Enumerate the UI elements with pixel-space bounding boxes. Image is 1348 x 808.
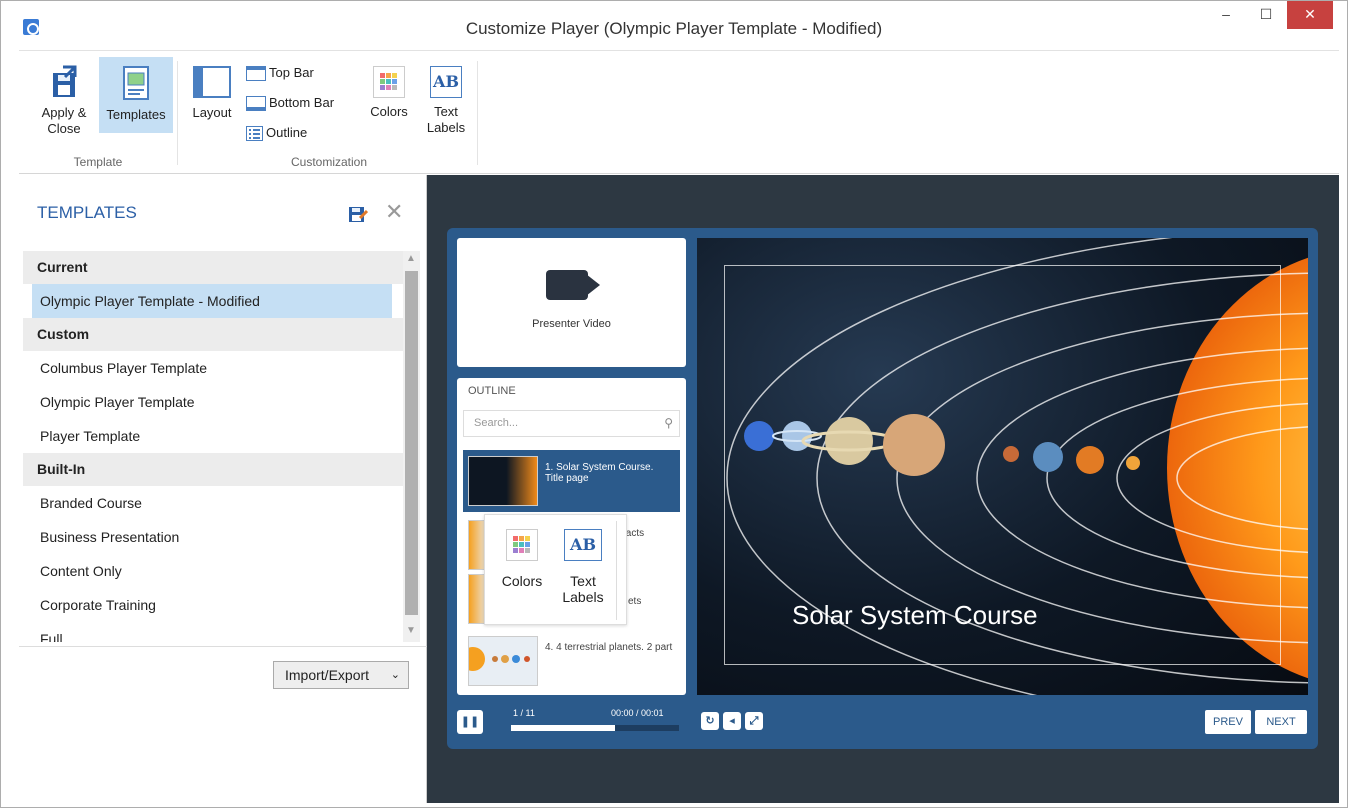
save-template-icon[interactable] xyxy=(348,204,368,224)
popup-colors-label: Colors xyxy=(501,573,543,589)
close-panel-icon[interactable]: ✕ xyxy=(385,201,403,223)
popup-separator xyxy=(616,521,617,620)
group-template-label: Template xyxy=(73,155,123,169)
apply-close-button[interactable]: Apply & Close xyxy=(27,59,101,145)
popup-text-labels-button[interactable]: AB Text Labels xyxy=(557,527,609,605)
search-icon: ⚲ xyxy=(664,416,673,430)
slide-thumbnail xyxy=(468,456,538,506)
layout-icon xyxy=(193,66,231,98)
planet-thumbnail-icon xyxy=(469,647,530,671)
colors-label: Colors xyxy=(370,104,408,119)
outline-item-label: facts xyxy=(623,528,645,539)
save-close-icon xyxy=(53,65,77,97)
group-separator xyxy=(477,61,478,165)
panel-divider xyxy=(19,646,427,647)
list-item[interactable]: Olympic Player Template xyxy=(23,385,403,419)
volume-icon[interactable]: ◂ xyxy=(723,712,741,730)
customize-player-window: Customize Player (Olympic Player Templat… xyxy=(0,0,1348,808)
bottom-bar-button[interactable]: Bottom Bar xyxy=(246,94,334,114)
list-item[interactable]: Corporate Training xyxy=(23,588,403,622)
scroll-down-icon[interactable]: ▼ xyxy=(406,625,416,636)
text-labels-label: Text Labels xyxy=(426,104,466,135)
templates-label: Templates xyxy=(106,107,166,122)
list-item[interactable]: Columbus Player Template xyxy=(23,351,403,385)
slide-canvas: Solar System Course xyxy=(697,238,1308,695)
next-button[interactable]: NEXT xyxy=(1255,710,1307,734)
progress-bar[interactable] xyxy=(511,725,679,731)
section-built-in: Built-In xyxy=(23,453,403,486)
text-labels-icon: AB xyxy=(564,529,602,561)
slide-title: Solar System Course xyxy=(792,600,1038,630)
search-placeholder: Search... xyxy=(474,417,519,429)
section-custom: Custom xyxy=(23,318,403,351)
top-bar-button[interactable]: Top Bar xyxy=(246,64,314,84)
list-item[interactable]: Olympic Player Template - Modified xyxy=(32,284,392,318)
bottom-bar-label: Bottom Bar xyxy=(269,95,335,110)
section-current: Current xyxy=(23,251,403,284)
layout-button[interactable]: Layout xyxy=(185,57,239,133)
time-readout: 00:00 / 00:01 xyxy=(611,708,664,718)
video-camera-icon xyxy=(546,270,588,300)
list-item[interactable]: Business Presentation xyxy=(23,520,403,554)
popup-text-labels-label: Text Labels xyxy=(562,573,604,605)
outline-item-label: 1. Solar System Course. Title page xyxy=(545,462,654,484)
customization-popup: Colors AB Text Labels xyxy=(484,514,627,625)
top-bar-icon xyxy=(246,66,266,82)
ribbon-toolbar: Apply & Close Templates Template Layout … xyxy=(19,50,1339,174)
player-controls: ❚❚ 1 / 11 00:00 / 00:01 ↻ ◂ ⤢ PREV NEXT xyxy=(457,706,1308,740)
import-export-button[interactable]: Import/Export ⌄ xyxy=(273,661,409,689)
progress-fill xyxy=(511,725,616,731)
outline-search-input[interactable]: Search... ⚲ xyxy=(463,410,680,437)
templates-scrollbar[interactable]: ▲ ▼ xyxy=(403,251,420,642)
text-labels-button[interactable]: AB Text Labels xyxy=(419,57,473,147)
outline-item-label: 4. 4 terrestrial planets. 2 part xyxy=(545,642,673,653)
colors-button[interactable]: Colors xyxy=(364,57,414,133)
outline-item-label: ets xyxy=(628,596,642,607)
chevron-down-icon: ⌄ xyxy=(390,669,400,681)
templates-button[interactable]: Templates xyxy=(99,57,173,133)
list-item[interactable]: Content Only xyxy=(23,554,403,588)
apply-close-label: Apply & Close xyxy=(41,105,87,136)
scroll-thumb[interactable] xyxy=(405,271,418,615)
templates-list: Current Olympic Player Template - Modifi… xyxy=(23,251,422,642)
prev-button[interactable]: PREV xyxy=(1205,710,1251,734)
title-bar: Customize Player (Olympic Player Templat… xyxy=(1,1,1347,50)
outline-item-1[interactable]: 1. Solar System Course. Title page xyxy=(463,450,680,512)
outline-button[interactable]: Outline xyxy=(246,124,307,144)
presenter-video-label: Presenter Video xyxy=(532,318,611,330)
bottom-bar-icon xyxy=(246,96,266,112)
close-button[interactable]: ✕ xyxy=(1287,1,1333,29)
layout-label: Layout xyxy=(192,105,232,120)
group-customization-label: Customization xyxy=(290,155,368,169)
minimize-button[interactable]: – xyxy=(1206,1,1246,29)
list-item[interactable]: Branded Course xyxy=(23,486,403,520)
outline-item-4[interactable]: 4. 4 terrestrial planets. 2 part xyxy=(463,630,680,692)
replay-icon[interactable]: ↻ xyxy=(701,712,719,730)
fullscreen-icon[interactable]: ⤢ xyxy=(745,712,763,730)
outline-title: OUTLINE xyxy=(468,385,516,397)
scroll-up-icon[interactable]: ▲ xyxy=(406,253,416,264)
templates-panel: TEMPLATES ✕ Current Olympic Player Templ… xyxy=(19,175,427,803)
slide-thumbnail xyxy=(468,636,538,686)
text-labels-icon: AB xyxy=(430,66,462,98)
presenter-video-panel: Presenter Video xyxy=(457,238,686,367)
list-item[interactable]: Full xyxy=(23,622,403,642)
import-export-label: Import/Export xyxy=(285,667,370,683)
pause-button[interactable]: ❚❚ xyxy=(457,710,483,734)
outline-icon xyxy=(246,126,263,142)
window-title: Customize Player (Olympic Player Templat… xyxy=(465,19,883,38)
group-separator xyxy=(177,61,178,165)
color-palette-icon xyxy=(506,529,538,561)
top-bar-label: Top Bar xyxy=(269,65,314,80)
outline-label: Outline xyxy=(266,125,308,140)
list-item[interactable]: Player Template xyxy=(23,419,403,453)
slide-counter: 1 / 11 xyxy=(513,708,535,718)
panel-title: TEMPLATES xyxy=(37,203,137,222)
player-frame: Presenter Video OUTLINE Search... ⚲ 1. S… xyxy=(447,228,1318,749)
templates-icon xyxy=(123,66,149,100)
player-preview: Presenter Video OUTLINE Search... ⚲ 1. S… xyxy=(427,175,1339,803)
color-palette-icon xyxy=(373,66,405,98)
maximize-button[interactable]: ☐ xyxy=(1246,1,1286,29)
popup-colors-button[interactable]: Colors xyxy=(497,527,547,589)
